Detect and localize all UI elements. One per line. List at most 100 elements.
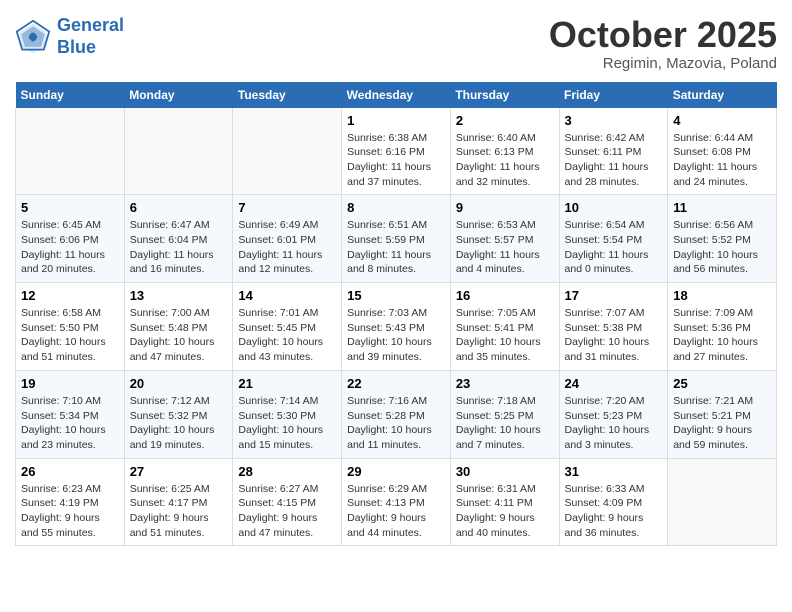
day-header-tuesday: Tuesday [233, 82, 342, 108]
calendar-cell: 6 Sunrise: 6:47 AM Sunset: 6:04 PM Daylig… [124, 195, 233, 283]
day-number: 30 [456, 464, 554, 479]
calendar-cell: 14Sunrise: 7:01 AM Sunset: 5:45 PM Dayli… [233, 283, 342, 371]
logo-text: General Blue [57, 15, 124, 58]
day-content: Sunrise: 7:18 AM Sunset: 5:25 PM Dayligh… [456, 394, 554, 453]
calendar-cell: 28 Sunrise: 6:27 AM Sunset: 4:15 PM Dayli… [233, 458, 342, 546]
day-number: 22 [347, 376, 445, 391]
calendar-cell: 9 Sunrise: 6:53 AM Sunset: 5:57 PM Daylig… [450, 195, 559, 283]
day-content: Sunrise: 6:56 AM Sunset: 5:52 PM Dayligh… [673, 218, 771, 277]
day-number: 15 [347, 288, 445, 303]
calendar-cell: 8 Sunrise: 6:51 AM Sunset: 5:59 PM Daylig… [342, 195, 451, 283]
day-header-monday: Monday [124, 82, 233, 108]
day-number: 25 [673, 376, 771, 391]
calendar-cell: 15 Sunrise: 7:03 AM Sunset: 5:43 PM Dayli… [342, 283, 451, 371]
calendar-cell: 19 Sunrise: 7:10 AM Sunset: 5:34 PM Dayli… [16, 370, 125, 458]
day-content: Sunrise: 6:23 AM Sunset: 4:19 PM Dayligh… [21, 482, 119, 541]
day-content: Sunrise: 6:53 AM Sunset: 5:57 PM Dayligh… [456, 218, 554, 277]
day-content: Sunrise: 6:51 AM Sunset: 5:59 PM Dayligh… [347, 218, 445, 277]
day-number: 11 [673, 200, 771, 215]
day-number: 4 [673, 113, 771, 128]
week-row-1: 1Sunrise: 6:38 AM Sunset: 6:16 PM Daylig… [16, 108, 777, 195]
calendar-cell: 20 Sunrise: 7:12 AM Sunset: 5:32 PM Dayli… [124, 370, 233, 458]
day-number: 24 [565, 376, 663, 391]
day-header-wednesday: Wednesday [342, 82, 451, 108]
day-content: Sunrise: 6:29 AM Sunset: 4:13 PM Dayligh… [347, 482, 445, 541]
day-number: 13 [130, 288, 228, 303]
day-content: Sunrise: 7:05 AM Sunset: 5:41 PM Dayligh… [456, 306, 554, 365]
calendar-cell: 26 Sunrise: 6:23 AM Sunset: 4:19 PM Dayli… [16, 458, 125, 546]
days-header-row: SundayMondayTuesdayWednesdayThursdayFrid… [16, 82, 777, 108]
day-content: Sunrise: 6:25 AM Sunset: 4:17 PM Dayligh… [130, 482, 228, 541]
day-number: 20 [130, 376, 228, 391]
calendar-cell: 18Sunrise: 7:09 AM Sunset: 5:36 PM Dayli… [668, 283, 777, 371]
day-number: 28 [238, 464, 336, 479]
day-content: Sunrise: 6:31 AM Sunset: 4:11 PM Dayligh… [456, 482, 554, 541]
day-content: Sunrise: 7:03 AM Sunset: 5:43 PM Dayligh… [347, 306, 445, 365]
day-number: 2 [456, 113, 554, 128]
day-content: Sunrise: 7:10 AM Sunset: 5:34 PM Dayligh… [21, 394, 119, 453]
day-number: 12 [21, 288, 119, 303]
calendar-cell [233, 108, 342, 195]
logo-general: General [57, 15, 124, 35]
calendar-cell: 11 Sunrise: 6:56 AM Sunset: 5:52 PM Dayli… [668, 195, 777, 283]
calendar-cell: 21 Sunrise: 7:14 AM Sunset: 5:30 PM Dayli… [233, 370, 342, 458]
day-content: Sunrise: 7:12 AM Sunset: 5:32 PM Dayligh… [130, 394, 228, 453]
day-header-saturday: Saturday [668, 82, 777, 108]
day-number: 9 [456, 200, 554, 215]
day-content: Sunrise: 7:14 AM Sunset: 5:30 PM Dayligh… [238, 394, 336, 453]
day-number: 3 [565, 113, 663, 128]
calendar-cell: 1Sunrise: 6:38 AM Sunset: 6:16 PM Daylig… [342, 108, 451, 195]
calendar-cell: 4 Sunrise: 6:44 AM Sunset: 6:08 PM Daylig… [668, 108, 777, 195]
day-content: Sunrise: 6:49 AM Sunset: 6:01 PM Dayligh… [238, 218, 336, 277]
day-header-friday: Friday [559, 82, 668, 108]
calendar-cell: 29 Sunrise: 6:29 AM Sunset: 4:13 PM Dayli… [342, 458, 451, 546]
day-number: 5 [21, 200, 119, 215]
day-header-sunday: Sunday [16, 82, 125, 108]
day-content: Sunrise: 7:20 AM Sunset: 5:23 PM Dayligh… [565, 394, 663, 453]
day-content: Sunrise: 7:07 AM Sunset: 5:38 PM Dayligh… [565, 306, 663, 365]
calendar-cell: 27Sunrise: 6:25 AM Sunset: 4:17 PM Dayli… [124, 458, 233, 546]
logo: General Blue [15, 15, 124, 58]
day-number: 8 [347, 200, 445, 215]
day-number: 7 [238, 200, 336, 215]
page-header: General Blue October 2025 Regimin, Mazov… [15, 15, 777, 72]
day-number: 19 [21, 376, 119, 391]
week-row-5: 26 Sunrise: 6:23 AM Sunset: 4:19 PM Dayli… [16, 458, 777, 546]
day-number: 17 [565, 288, 663, 303]
day-number: 1 [347, 113, 445, 128]
day-content: Sunrise: 6:47 AM Sunset: 6:04 PM Dayligh… [130, 218, 228, 277]
logo-blue: Blue [57, 37, 96, 57]
calendar-cell [16, 108, 125, 195]
day-number: 26 [21, 464, 119, 479]
day-content: Sunrise: 6:54 AM Sunset: 5:54 PM Dayligh… [565, 218, 663, 277]
day-number: 21 [238, 376, 336, 391]
day-number: 16 [456, 288, 554, 303]
title-block: October 2025 Regimin, Mazovia, Poland [549, 15, 777, 72]
day-number: 14 [238, 288, 336, 303]
day-number: 29 [347, 464, 445, 479]
day-content: Sunrise: 7:09 AM Sunset: 5:36 PM Dayligh… [673, 306, 771, 365]
calendar-cell: 2 Sunrise: 6:40 AM Sunset: 6:13 PM Daylig… [450, 108, 559, 195]
logo-icon [15, 19, 51, 55]
day-content: Sunrise: 6:44 AM Sunset: 6:08 PM Dayligh… [673, 131, 771, 190]
calendar-cell: 17 Sunrise: 7:07 AM Sunset: 5:38 PM Dayli… [559, 283, 668, 371]
calendar-cell: 3Sunrise: 6:42 AM Sunset: 6:11 PM Daylig… [559, 108, 668, 195]
calendar-cell: 30 Sunrise: 6:31 AM Sunset: 4:11 PM Dayli… [450, 458, 559, 546]
calendar-cell: 25 Sunrise: 7:21 AM Sunset: 5:21 PM Dayli… [668, 370, 777, 458]
calendar-cell [668, 458, 777, 546]
calendar-cell: 16 Sunrise: 7:05 AM Sunset: 5:41 PM Dayli… [450, 283, 559, 371]
week-row-3: 12Sunrise: 6:58 AM Sunset: 5:50 PM Dayli… [16, 283, 777, 371]
calendar-cell: 10 Sunrise: 6:54 AM Sunset: 5:54 PM Dayli… [559, 195, 668, 283]
day-content: Sunrise: 7:21 AM Sunset: 5:21 PM Dayligh… [673, 394, 771, 453]
day-content: Sunrise: 6:33 AM Sunset: 4:09 PM Dayligh… [565, 482, 663, 541]
day-number: 6 [130, 200, 228, 215]
calendar-table: SundayMondayTuesdayWednesdayThursdayFrid… [15, 82, 777, 547]
calendar-cell: 5Sunrise: 6:45 AM Sunset: 6:06 PM Daylig… [16, 195, 125, 283]
day-content: Sunrise: 6:40 AM Sunset: 6:13 PM Dayligh… [456, 131, 554, 190]
calendar-cell: 7 Sunrise: 6:49 AM Sunset: 6:01 PM Daylig… [233, 195, 342, 283]
day-content: Sunrise: 6:27 AM Sunset: 4:15 PM Dayligh… [238, 482, 336, 541]
calendar-cell: 31Sunrise: 6:33 AM Sunset: 4:09 PM Dayli… [559, 458, 668, 546]
calendar-cell [124, 108, 233, 195]
day-number: 10 [565, 200, 663, 215]
calendar-cell: 22Sunrise: 7:16 AM Sunset: 5:28 PM Dayli… [342, 370, 451, 458]
